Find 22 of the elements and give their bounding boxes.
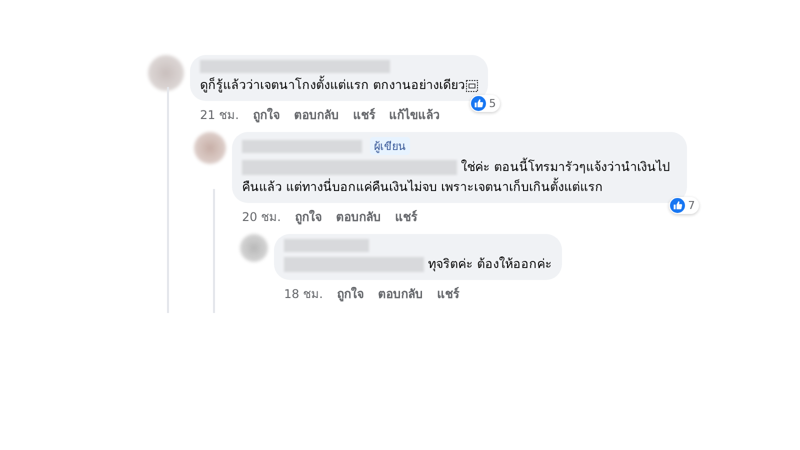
reaction-count[interactable]: 5 <box>470 95 500 112</box>
comment-action-link[interactable]: ตอบกลับ <box>336 207 381 226</box>
comment-time[interactable]: 18 ชม. <box>284 284 323 303</box>
comment-action-link[interactable]: ถูกใจ <box>336 284 364 303</box>
comment-time[interactable]: 20 ชม. <box>242 207 281 226</box>
comment-action-link[interactable]: แชร์ <box>436 284 459 303</box>
comment-action-link[interactable]: แชร์ <box>394 207 417 226</box>
avatar[interactable] <box>240 234 268 262</box>
comment-action-link[interactable]: ตอบกลับ <box>294 105 339 124</box>
comment-time[interactable]: 21 ชม. <box>200 105 239 124</box>
comment-action-link[interactable]: แก้ไขแล้ว <box>388 105 440 124</box>
author-badge: ผู้เขียน <box>370 137 410 155</box>
comment-action-link[interactable]: ถูกใจ <box>294 207 322 226</box>
comment-text: ทุจริตค่ะ ต้องให้ออกค่ะ <box>284 254 552 274</box>
comment-action-link[interactable]: ตอบกลับ <box>378 284 423 303</box>
avatar[interactable] <box>194 132 226 164</box>
comment-action-link[interactable]: ถูกใจ <box>252 105 280 124</box>
comment-text: ใช่ค่ะ ตอนนี้โทรมารัวๆแจ้งว่านำเงินไปคืนแล้ว แต่ทางนี่บอกแค่คืนเงินไม่จบ เพราะเจตนาเก็บเกินตั้งแต่แรก <box>242 157 671 196</box>
reaction-count[interactable]: 7 <box>669 197 699 214</box>
comment-action-link[interactable]: แชร์ <box>352 105 375 124</box>
avatar[interactable] <box>148 55 184 91</box>
comment-text: ดูก็รู้แล้วว่าเจตนาโกงตั้งแต่แรก ตกงานอย่างเดียว <box>200 75 478 95</box>
